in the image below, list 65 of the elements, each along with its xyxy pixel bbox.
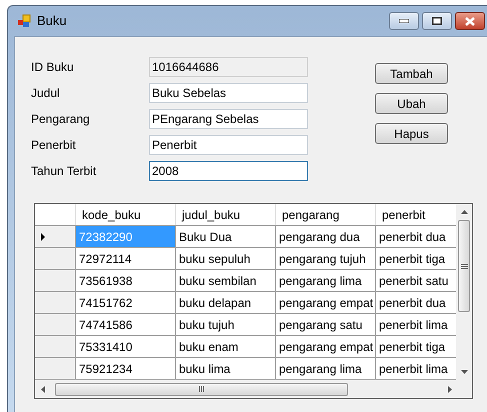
- column-header[interactable]: kode_buku: [76, 204, 176, 225]
- input-field[interactable]: Penerbit: [149, 135, 308, 155]
- scroll-down-icon: [460, 370, 468, 374]
- table-cell[interactable]: pengarang lima: [276, 270, 376, 291]
- row-header[interactable]: [35, 358, 76, 379]
- row-header[interactable]: [35, 314, 76, 335]
- field-label: Tahun Terbit: [31, 163, 98, 180]
- table-cell[interactable]: penerbit dua: [376, 292, 458, 313]
- row-header[interactable]: [35, 292, 76, 313]
- app-icon: [17, 14, 31, 28]
- table-cell[interactable]: 74151762: [76, 292, 176, 313]
- table-cell[interactable]: buku delapan: [176, 292, 276, 313]
- window-title: Buku: [37, 12, 67, 30]
- table-cell[interactable]: penerbit lima: [376, 358, 458, 379]
- grip-icon: [460, 264, 468, 268]
- column-header[interactable]: judul_buku: [176, 204, 276, 225]
- input-field[interactable]: Buku Sebelas: [149, 83, 308, 103]
- table-cell[interactable]: pengarang tujuh: [276, 248, 376, 269]
- field-label: Judul: [31, 85, 61, 102]
- table-cell[interactable]: buku tujuh: [176, 314, 276, 335]
- maximize-icon: [432, 17, 442, 25]
- action-button[interactable]: Ubah: [375, 93, 448, 114]
- minimize-icon: [399, 19, 409, 23]
- input-field[interactable]: PEngarang Sebelas: [149, 109, 308, 129]
- table-cell[interactable]: 73561938: [76, 270, 176, 291]
- table-cell[interactable]: pengarang empat: [276, 292, 376, 313]
- table-cell[interactable]: penerbit lima: [376, 314, 458, 335]
- close-button[interactable]: [455, 12, 485, 30]
- row-header[interactable]: [35, 336, 76, 357]
- field-label: ID Buku: [31, 59, 75, 76]
- action-button[interactable]: Hapus: [375, 123, 448, 144]
- table-cell[interactable]: buku sepuluh: [176, 248, 276, 269]
- row-header[interactable]: [35, 248, 76, 269]
- table-cell[interactable]: 74741586: [76, 314, 176, 335]
- table-cell[interactable]: pengarang lima: [276, 358, 376, 379]
- grip-icon: [199, 386, 204, 392]
- current-row-icon: [41, 232, 45, 240]
- field-label: Penerbit: [31, 137, 77, 154]
- table-cell[interactable]: buku enam: [176, 336, 276, 357]
- column-header[interactable]: penerbit: [376, 204, 458, 225]
- field-label: Pengarang: [31, 111, 91, 128]
- table-cell[interactable]: buku sembilan: [176, 270, 276, 291]
- table-cell[interactable]: penerbit dua: [376, 226, 458, 247]
- table-cell[interactable]: 72972114: [76, 248, 176, 269]
- row-header[interactable]: [35, 270, 76, 291]
- table-cell[interactable]: buku lima: [176, 358, 276, 379]
- table-cell[interactable]: 75331410: [76, 336, 176, 357]
- table-cell[interactable]: pengarang empat: [276, 336, 376, 357]
- close-icon: [465, 16, 475, 26]
- scroll-up-icon: [460, 210, 468, 214]
- table-cell[interactable]: penerbit satu: [376, 270, 458, 291]
- table-cell[interactable]: penerbit tiga: [376, 336, 458, 357]
- table-cell[interactable]: penerbit tiga: [376, 248, 458, 269]
- table-cell[interactable]: pengarang dua: [276, 226, 376, 247]
- row-header[interactable]: [35, 226, 76, 247]
- action-button[interactable]: Tambah: [375, 63, 448, 84]
- scroll-right-icon: [448, 386, 452, 392]
- maximize-button[interactable]: [422, 12, 452, 30]
- column-header[interactable]: pengarang: [276, 204, 376, 225]
- minimize-button[interactable]: [389, 12, 419, 30]
- input-field[interactable]: 2008: [149, 161, 308, 181]
- scroll-left-icon: [41, 386, 45, 392]
- table-cell[interactable]: pengarang satu: [276, 314, 376, 335]
- table-cell[interactable]: 75921234: [76, 358, 176, 379]
- table-cell[interactable]: Buku Dua: [176, 226, 276, 247]
